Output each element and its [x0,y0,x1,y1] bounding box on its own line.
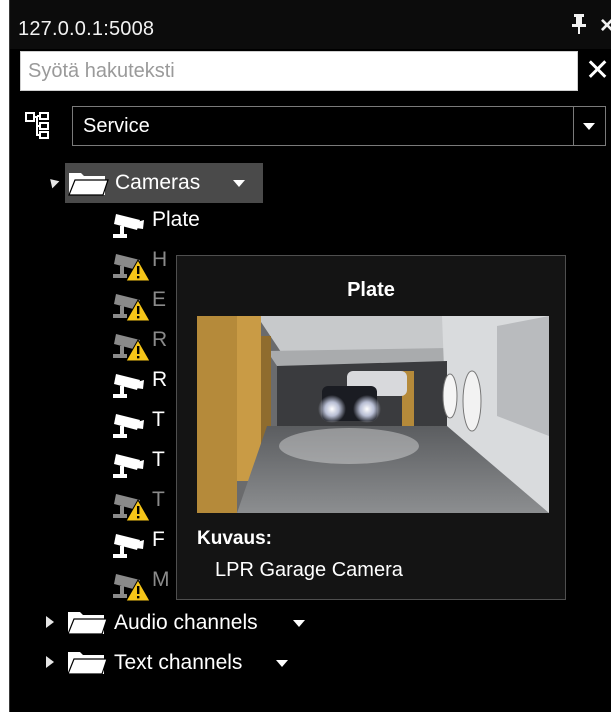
camera-label: T [152,448,165,471]
camera-label: T [152,488,165,511]
tree-node-label: Text channels [114,651,243,674]
close-icon[interactable]: × [600,12,611,40]
tree-node-label: Cameras [115,171,201,194]
camera-label: R [152,328,168,351]
dropdown-caret-icon[interactable] [293,620,305,627]
camera-tooltip: Plate Kuvaus: LPR Garage Camera [176,255,566,600]
tooltip-title: Plate [347,279,395,301]
expand-arrow-icon[interactable] [46,175,60,189]
window-title: 127.0.0.1:5008 [18,18,155,40]
folder-icon [67,612,108,635]
clear-search-icon[interactable]: ✕ [585,56,610,86]
camera-icon [113,454,144,478]
view-select-divider [573,107,574,145]
camera-label: Plate [152,208,200,231]
camera-icon [113,534,144,558]
camera-label: H [152,248,168,271]
chevron-down-icon[interactable] [583,123,595,130]
view-select[interactable]: Service [72,106,606,146]
description-text: LPR Garage Camera [215,559,403,581]
hierarchy-icon[interactable] [25,112,55,140]
camera-preview-image [197,316,549,513]
camera-warning-icon [113,574,150,602]
camera-browser-panel: 127.0.0.1:5008 × ✕ Service Cameras [9,0,611,712]
camera-warning-icon [113,254,150,282]
folder-icon [68,173,109,196]
expand-arrow-icon[interactable] [46,616,54,628]
folder-icon [67,652,108,675]
search-field[interactable] [20,51,578,91]
camera-label: F [152,528,165,551]
camera-label: T [152,408,165,431]
expand-arrow-icon[interactable] [46,656,54,668]
description-label: Kuvaus: [197,528,272,549]
camera-warning-icon [113,294,150,322]
camera-label: M [152,568,170,591]
camera-warning-icon [113,494,150,522]
camera-warning-icon [113,334,150,362]
tree-node-label: Audio channels [114,611,258,634]
dropdown-caret-icon[interactable] [233,180,245,187]
camera-icon [113,214,144,238]
tree-node-cameras[interactable]: Cameras [46,163,263,203]
camera-label: R [152,368,168,391]
tree-node-audio-channels[interactable]: Audio channels [46,604,326,640]
camera-label: E [152,288,167,311]
pin-icon[interactable] [570,13,588,35]
window-titlebar: 127.0.0.1:5008 × [10,0,611,49]
view-select-value: Service [83,115,150,137]
dropdown-caret-icon[interactable] [276,660,288,667]
camera-icon [113,414,144,438]
search-input[interactable] [21,52,577,90]
camera-icon [113,374,144,398]
tree-node-text-channels[interactable]: Text channels [46,644,306,680]
